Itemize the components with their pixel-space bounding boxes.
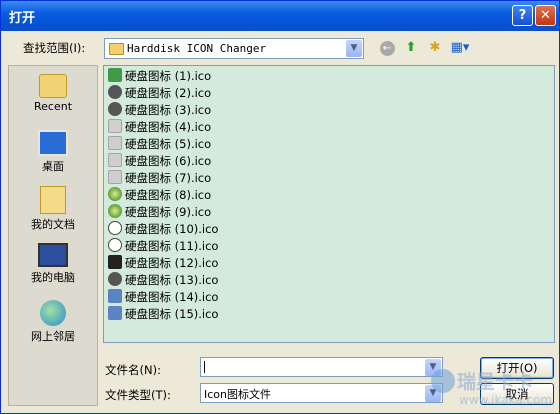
file-item[interactable]: 硬盘图标 (1).ico <box>106 67 306 84</box>
file-name-input[interactable]: ▼ <box>200 357 443 377</box>
title-bar[interactable]: 打开 ? ✕ <box>1 1 559 31</box>
file-name: 硬盘图标 (5).ico <box>125 137 212 151</box>
file-type-label: 文件类型(T): <box>105 388 171 402</box>
my-documents-icon <box>40 186 66 214</box>
globe-drive-icon <box>108 204 122 218</box>
gray-drive-icon <box>108 170 122 184</box>
file-name: 硬盘图标 (14).ico <box>125 290 219 304</box>
file-item[interactable]: 硬盘图标 (2).ico <box>106 84 306 101</box>
file-item[interactable]: 硬盘图标 (7).ico <box>106 169 306 186</box>
file-name: 硬盘图标 (7).ico <box>125 171 212 185</box>
blue-drive-icon <box>108 289 122 303</box>
watermark: 瑞星卡卡 www.ikaka.com <box>431 363 559 413</box>
file-item[interactable]: 硬盘图标 (14).ico <box>106 288 306 305</box>
file-item[interactable]: 硬盘图标 (9).ico <box>106 203 306 220</box>
file-name: 硬盘图标 (4).ico <box>125 120 212 134</box>
my-computer-icon <box>38 243 68 267</box>
clock-drive-icon <box>108 238 122 252</box>
place-label: 我的文档 <box>31 218 75 231</box>
file-name: 硬盘图标 (8).ico <box>125 188 212 202</box>
file-name: 硬盘图标 (12).ico <box>125 256 219 270</box>
look-in-combo[interactable]: Harddisk ICON Changer ▼ <box>104 38 364 59</box>
file-type-value: Icon图标文件 <box>204 388 271 401</box>
gray-drive-icon <box>108 136 122 150</box>
file-item[interactable]: 硬盘图标 (6).ico <box>106 152 306 169</box>
file-item[interactable]: 硬盘图标 (12).ico <box>106 254 306 271</box>
place-label: 桌面 <box>42 160 64 173</box>
place-item[interactable]: 我的文档 <box>9 186 97 232</box>
place-label: 我的电脑 <box>31 271 75 284</box>
file-type-select[interactable]: Icon图标文件 ▼ <box>200 383 443 403</box>
file-name: 硬盘图标 (6).ico <box>125 154 212 168</box>
text-caret <box>204 361 205 373</box>
file-list[interactable]: 硬盘图标 (1).ico 硬盘图标 (2).ico 硬盘图标 (3).ico 硬盘图标… <box>103 65 555 343</box>
green-drive-icon <box>108 68 122 82</box>
up-folder-button[interactable]: ⬆ <box>401 39 421 57</box>
file-name: 硬盘图标 (13).ico <box>125 273 219 287</box>
dark-drive-icon <box>108 102 122 116</box>
chevron-down-icon[interactable]: ▼ <box>346 40 362 57</box>
clock-drive-icon <box>108 221 122 235</box>
file-item[interactable]: 硬盘图标 (15).ico <box>106 305 306 322</box>
new-folder-button[interactable]: ✱ <box>425 39 445 57</box>
file-item[interactable]: 硬盘图标 (5).ico <box>106 135 306 152</box>
black-drive-icon <box>108 255 122 269</box>
file-item[interactable]: 硬盘图标 (8).ico <box>106 186 306 203</box>
file-name: 硬盘图标 (2).ico <box>125 86 212 100</box>
watermark-logo-icon <box>431 369 455 393</box>
file-item[interactable]: 硬盘图标 (11).ico <box>106 237 306 254</box>
desktop-icon <box>38 130 68 156</box>
folder-icon <box>109 43 124 55</box>
place-item[interactable]: 桌面 <box>9 130 97 174</box>
file-name: 硬盘图标 (10).ico <box>125 222 219 236</box>
dark-drive-icon <box>108 272 122 286</box>
look-in-value: Harddisk ICON Changer <box>127 42 267 55</box>
blue-drive-icon <box>108 306 122 320</box>
file-name: 硬盘图标 (11).ico <box>125 239 219 253</box>
place-item[interactable]: 我的电脑 <box>9 243 97 285</box>
back-arrow-icon: ← <box>379 41 395 56</box>
file-item[interactable]: 硬盘图标 (4).ico <box>106 118 306 135</box>
look-in-label: 查找范围(I): <box>23 41 86 55</box>
gray-drive-icon <box>108 153 122 167</box>
window-title: 打开 <box>9 11 36 26</box>
file-name: 硬盘图标 (3).ico <box>125 103 212 117</box>
file-name: 硬盘图标 (15).ico <box>125 307 219 321</box>
file-name: 硬盘图标 (1).ico <box>125 69 212 83</box>
file-name-label: 文件名(N): <box>105 363 161 377</box>
back-button[interactable]: ← <box>377 39 397 57</box>
watermark-brand: 瑞星卡卡 <box>457 371 534 393</box>
help-button[interactable]: ? <box>512 5 533 26</box>
dark-drive-icon <box>108 85 122 99</box>
file-item[interactable]: 硬盘图标 (13).ico <box>106 271 306 288</box>
places-bar: Recent 桌面我的文档我的电脑网上邻居 <box>8 65 98 406</box>
place-label: 网上邻居 <box>31 330 75 343</box>
close-button[interactable]: ✕ <box>535 5 556 26</box>
network-places-icon <box>40 300 66 326</box>
watermark-url: www.ikaka.com <box>459 393 553 407</box>
recent-folder-icon <box>39 74 67 98</box>
gray-drive-icon <box>108 119 122 133</box>
place-label: Recent <box>33 100 73 113</box>
globe-drive-icon <box>108 187 122 201</box>
file-name: 硬盘图标 (9).ico <box>125 205 212 219</box>
file-item[interactable]: 硬盘图标 (3).ico <box>106 101 306 118</box>
open-file-dialog: 打开 ? ✕ 查找范围(I): Harddisk ICON Changer ▼ … <box>0 0 560 414</box>
place-item[interactable]: 网上邻居 <box>9 300 97 344</box>
place-item[interactable]: Recent <box>9 74 97 113</box>
file-item[interactable]: 硬盘图标 (10).ico <box>106 220 306 237</box>
views-menu-button[interactable]: ▦▾ <box>449 39 471 57</box>
